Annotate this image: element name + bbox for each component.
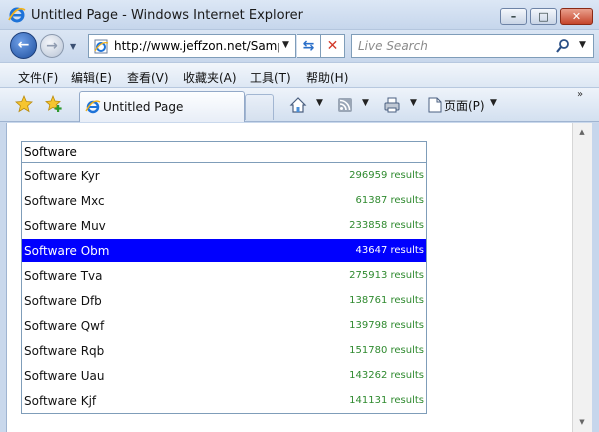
menu-view[interactable]: 查看(V) [127,69,169,86]
toolbar-overflow-icon[interactable]: » [577,89,583,100]
window-frame-right [592,123,599,432]
add-favorite-icon[interactable] [45,95,63,113]
maximize-icon: □ [538,10,549,23]
page-dropdown-icon[interactable]: ▼ [490,98,497,108]
page-menu-icon[interactable] [426,96,444,114]
menu-edit[interactable]: 编辑(E) [71,69,112,86]
suggestion-name: Software Kyr [24,169,100,183]
address-dropdown-icon[interactable]: ▼ [282,40,289,50]
search-dropdown-icon[interactable]: ▼ [579,40,586,50]
feeds-dropdown-icon[interactable]: ▼ [362,98,369,108]
home-icon[interactable] [289,96,307,114]
suggestion-row[interactable]: Software Rqb 151780 results [22,339,426,362]
search-query-field[interactable] [24,143,422,161]
suggestion-count: 138761 results [349,295,424,306]
suggestion-row[interactable]: Software Uau 143262 results [22,364,426,387]
close-button[interactable]: ✕ [560,8,593,25]
suggestion-row[interactable]: Software Qwf 139798 results [22,314,426,337]
back-button[interactable]: ← [10,32,37,59]
scroll-down-arrow-icon[interactable]: ▼ [573,415,591,429]
suggestion-count: 143262 results [349,370,424,381]
home-dropdown-icon[interactable]: ▼ [316,98,323,108]
autocomplete-list: Software Kyr 296959 results Software Mxc 61… [21,163,427,414]
minimize-button[interactable]: – [500,8,527,25]
suggestion-count: 233858 results [349,220,424,231]
suggestion-row[interactable]: Software Kjf 141131 results [22,389,426,412]
suggestion-row[interactable]: Software Muv 233858 results [22,214,426,237]
page-menu-label[interactable]: 页面(P) [444,97,485,114]
favorites-star-icon[interactable] [15,95,33,113]
menu-help[interactable]: 帮助(H) [306,69,348,86]
refresh-button[interactable]: ⇆ [297,34,321,58]
ie-page-icon [85,100,101,114]
suggestion-count: 61387 results [355,195,425,206]
suggestion-row[interactable]: Software Obm 43647 results [22,239,426,262]
suggestion-name: Software Uau [24,369,105,383]
suggestion-count: 296959 results [349,170,424,181]
vertical-scrollbar[interactable]: ▲ ▼ [572,123,592,432]
suggestion-row[interactable]: Software Dfb 138761 results [22,289,426,312]
history-dropdown-icon[interactable]: ▼ [70,42,76,51]
menu-tools[interactable]: 工具(T) [250,69,291,86]
suggestion-name: Software Obm [24,244,110,258]
address-bar[interactable]: http://www.jeffzon.net/Samp ▼ [88,34,296,58]
suggestion-count: 139798 results [349,320,424,331]
suggestion-name: Software Qwf [24,319,105,333]
scroll-up-arrow-icon[interactable]: ▲ [573,125,591,139]
minimize-icon: – [510,10,517,23]
suggestion-count: 275913 results [349,270,424,281]
navigation-bar: ← → ▼ http://www.jeffzon.net/Samp ▼ ⇆ ✕ … [0,30,599,62]
menu-bar: 文件(F) 编辑(E) 查看(V) 收藏夹(A) 工具(T) 帮助(H) [0,62,599,88]
title-bar: Untitled Page - Windows Internet Explore… [0,0,599,30]
tab-untitled-page[interactable]: Untitled Page [79,91,245,122]
tab-label: Untitled Page [103,100,184,114]
suggestion-count: 43647 results [355,245,425,256]
suggestion-name: Software Rqb [24,344,105,358]
suggestion-name: Software Dfb [24,294,102,308]
stop-button[interactable]: ✕ [321,34,345,58]
menu-favorites[interactable]: 收藏夹(A) [183,69,237,86]
suggestion-row[interactable]: Software Mxc 61387 results [22,189,426,212]
suggestion-row[interactable]: Software Tva 275913 results [22,264,426,287]
suggestion-row[interactable]: Software Kyr 296959 results [22,164,426,187]
feeds-icon[interactable] [336,96,354,114]
autocomplete-input[interactable] [21,141,427,163]
menu-file[interactable]: 文件(F) [18,69,58,86]
forward-button[interactable]: → [40,34,64,58]
search-box[interactable]: Live Search ▼ [351,34,594,58]
close-icon: ✕ [571,10,582,23]
refresh-icon: ⇆ [302,38,315,54]
page-icon [94,39,109,54]
new-tab-button[interactable] [245,94,274,120]
suggestion-name: Software Mxc [24,194,105,208]
tab-toolbar: Untitled Page ▼ ▼ ▼ 页面(P) ▼ » [0,88,599,122]
stop-icon: ✕ [326,38,339,54]
search-placeholder[interactable]: Live Search [358,39,428,53]
page-content: Software Kyr 296959 results Software Mxc 61… [6,123,572,432]
back-arrow-icon: ← [17,37,30,53]
search-icon[interactable] [555,38,571,54]
suggestion-name: Software Kjf [24,394,97,408]
print-dropdown-icon[interactable]: ▼ [410,98,417,108]
suggestion-name: Software Muv [24,219,106,233]
window-title: Untitled Page - Windows Internet Explore… [31,8,304,23]
ie-logo-icon [8,7,26,23]
maximize-button[interactable]: □ [530,8,557,25]
suggestion-name: Software Tva [24,269,103,283]
suggestion-count: 141131 results [349,395,424,406]
forward-arrow-icon: → [46,38,58,54]
print-icon[interactable] [383,96,401,114]
suggestion-count: 151780 results [349,345,424,356]
address-text[interactable]: http://www.jeffzon.net/Samp [114,39,279,53]
